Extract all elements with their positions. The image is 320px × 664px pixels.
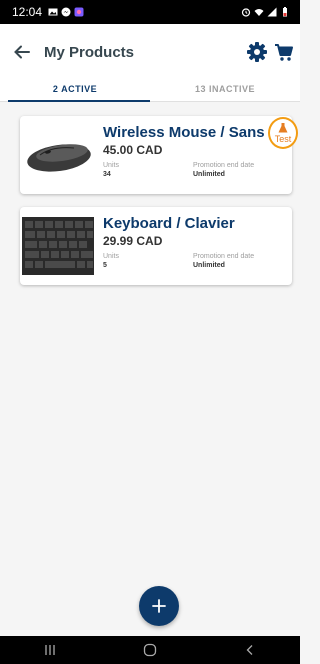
- product-card[interactable]: Wireless Mouse / Sans Fil 45.00 CAD Unit…: [20, 116, 292, 194]
- product-price: 29.99 CAD: [103, 234, 163, 248]
- test-label: Test: [274, 134, 292, 144]
- tab-inactive[interactable]: 13 INACTIVE: [150, 80, 300, 101]
- recents-icon: [45, 645, 55, 655]
- product-name: Wireless Mouse / Sans Fil: [103, 124, 287, 141]
- keyboard-image: [22, 213, 94, 279]
- home-icon: [143, 643, 157, 657]
- page-title: My Products: [44, 43, 135, 61]
- flask-icon: [278, 123, 288, 133]
- recents-button[interactable]: [20, 636, 80, 664]
- tab-bar: 2 ACTIVE 13 INACTIVE: [0, 80, 300, 102]
- arrow-left-icon: [14, 45, 30, 59]
- status-bar: 12:04: [0, 0, 300, 24]
- cart-icon[interactable]: [274, 42, 294, 62]
- promotion-label: Promotion end date: [193, 162, 255, 169]
- test-badge[interactable]: Test: [268, 117, 298, 149]
- alarm-icon: [241, 8, 251, 17]
- plus-icon: [152, 599, 166, 613]
- messenger-icon: [61, 7, 71, 17]
- back-icon: [246, 645, 253, 655]
- add-product-button[interactable]: [139, 586, 179, 626]
- product-name: Keyboard / Clavier: [103, 215, 235, 232]
- settings-icon[interactable]: [246, 41, 268, 63]
- units-value: 34: [103, 171, 111, 178]
- promotion-value: Unlimited: [193, 262, 225, 269]
- system-nav-bar: [0, 636, 300, 664]
- system-back-button[interactable]: [220, 636, 280, 664]
- product-card[interactable]: Keyboard / Clavier 29.99 CAD Units 5 Pro…: [20, 207, 292, 285]
- status-time: 12:04: [12, 5, 43, 19]
- units-label: Units: [103, 253, 119, 260]
- app-bar: My Products: [0, 24, 300, 80]
- promotion-label: Promotion end date: [193, 253, 255, 260]
- units-label: Units: [103, 162, 119, 169]
- back-button[interactable]: [0, 24, 44, 80]
- promotion-value: Unlimited: [193, 171, 225, 178]
- product-price: 45.00 CAD: [103, 143, 163, 157]
- battery-icon: [283, 7, 287, 17]
- wifi-icon: [254, 9, 264, 16]
- signal-icon: [267, 7, 277, 17]
- mouse-image: [22, 122, 94, 188]
- gallery-icon: [48, 8, 58, 16]
- tab-active[interactable]: 2 ACTIVE: [0, 80, 150, 102]
- app-icon: [74, 7, 84, 17]
- units-value: 5: [103, 262, 107, 269]
- home-button[interactable]: [120, 636, 180, 664]
